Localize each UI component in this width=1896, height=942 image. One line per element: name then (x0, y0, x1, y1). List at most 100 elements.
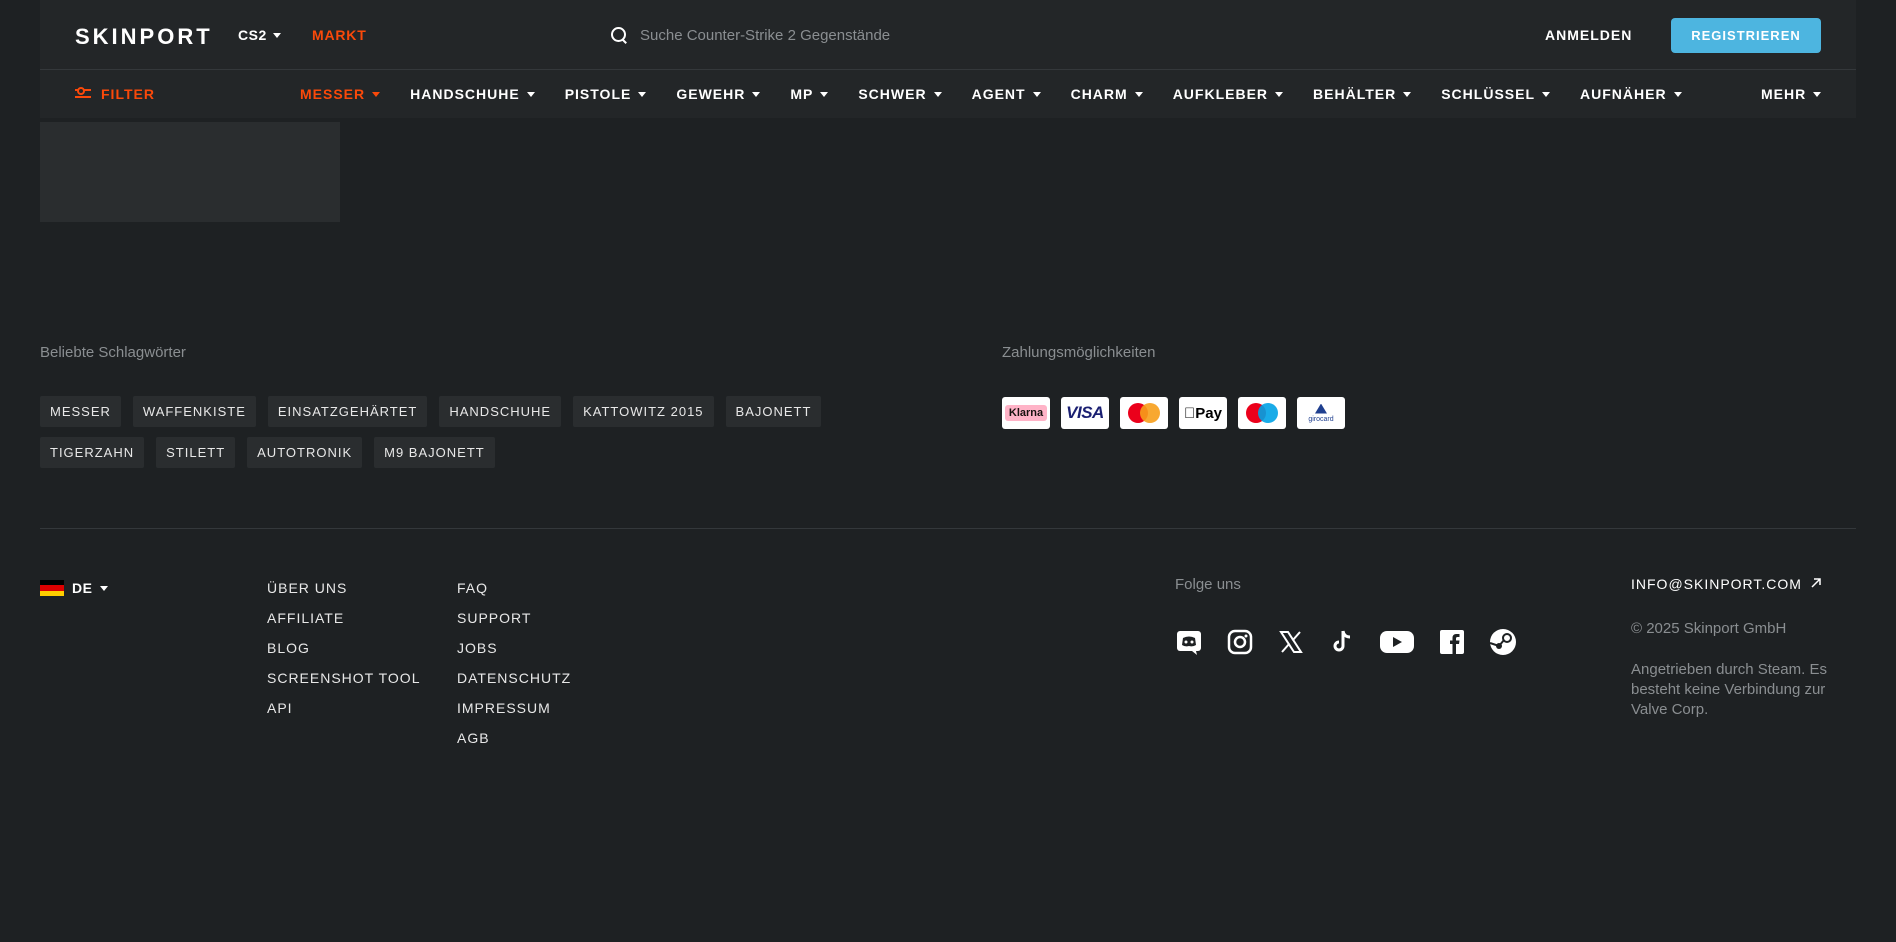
steam-icon[interactable] (1489, 628, 1517, 656)
category-label: HANDSCHUHE (410, 86, 520, 102)
tag-chip[interactable]: STILETT (156, 437, 236, 468)
tags-title: Beliebte Schlagwörter (40, 344, 186, 361)
contact-email-link[interactable]: INFO@SKINPORT.COM (1631, 576, 1822, 592)
footer-link[interactable]: ÜBER UNS (267, 580, 420, 598)
mastercard-logo (1120, 397, 1168, 429)
chevron-down-icon (272, 32, 281, 38)
tiktok-icon[interactable] (1328, 628, 1356, 656)
tag-chip[interactable]: BAJONETT (725, 396, 822, 427)
girocard-logo: girocard (1297, 397, 1345, 429)
category-label: MP (790, 86, 814, 102)
category-charm[interactable]: CHARM (1071, 86, 1143, 102)
market-link[interactable]: MARKT (312, 27, 367, 43)
category-aufkleber[interactable]: AUFKLEBER (1173, 86, 1284, 102)
chevron-down-icon (1673, 91, 1682, 97)
category-agent[interactable]: AGENT (972, 86, 1041, 102)
category-label: CHARM (1070, 86, 1128, 102)
category-mp[interactable]: MP (790, 86, 829, 102)
tag-row: MESSER WAFFENKISTE EINSATZGEHÄRTET HANDSCHU… (40, 396, 840, 427)
footer-link[interactable]: BLOG (267, 640, 420, 658)
external-link-icon (1810, 576, 1822, 592)
category-label: AGENT (971, 86, 1026, 102)
chevron-down-icon (1403, 91, 1412, 97)
category-label: BEHÄLTER (1313, 86, 1397, 102)
klarna-logo: Klarna (1002, 397, 1050, 429)
category-aufnäher[interactable]: AUFNÄHER (1580, 86, 1682, 102)
footer-link[interactable]: AFFILIATE (267, 610, 420, 628)
category-label: GEWEHR (676, 86, 746, 102)
category-label: AUFNÄHER (1580, 86, 1667, 102)
tag-chip[interactable]: MESSER (40, 396, 121, 427)
filter-label: FILTER (101, 86, 155, 102)
tag-chip[interactable]: EINSATZGEHÄRTET (267, 396, 428, 427)
instagram-icon[interactable] (1226, 628, 1254, 656)
filter-icon (75, 87, 91, 100)
category-messer[interactable]: MESSER (300, 86, 381, 102)
category-schlüssel[interactable]: SCHLÜSSEL (1441, 86, 1551, 102)
chevron-down-icon (1813, 91, 1822, 97)
footer-link[interactable]: DATENSCHUTZ (457, 670, 571, 688)
chevron-down-icon (1542, 91, 1551, 97)
tag-chip[interactable]: WAFFENKISTE (132, 396, 256, 427)
site-header: SKINPORT CS2 MARKT ANMELDEN REGISTRIEREN… (40, 0, 1856, 118)
powered-by-text: Angetrieben durch Steam. Es besteht kein… (1631, 661, 1827, 718)
language-selector[interactable]: DE (40, 580, 109, 596)
category-gewehr[interactable]: GEWEHR (676, 86, 761, 102)
footer-divider (40, 528, 1856, 529)
category-label: PISTOLE (564, 86, 632, 102)
youtube-icon[interactable] (1379, 628, 1415, 656)
tag-chip[interactable]: TIGERZAHN (40, 437, 145, 468)
chevron-down-icon (1032, 91, 1041, 97)
chevron-down-icon (100, 585, 109, 591)
category-schwer[interactable]: SCHWER (858, 86, 942, 102)
search-icon (610, 26, 628, 44)
footer-link[interactable]: FAQ (457, 580, 571, 598)
facebook-icon[interactable] (1438, 628, 1466, 656)
x-icon[interactable] (1277, 628, 1305, 656)
category-pistole[interactable]: PISTOLE (565, 86, 647, 102)
search-input[interactable] (640, 26, 1080, 44)
follow-title: Folge uns (1175, 576, 1241, 593)
site-logo[interactable]: SKINPORT (75, 24, 213, 50)
login-button[interactable]: ANMELDEN (1545, 27, 1632, 43)
more-menu[interactable]: MEHR (1761, 86, 1822, 102)
footer-link[interactable]: SCREENSHOT TOOL (267, 670, 420, 688)
language-label: DE (72, 580, 93, 596)
chevron-down-icon (1134, 91, 1143, 97)
game-selector-label: CS2 (238, 27, 267, 43)
copyright-text: © 2025 Skinport GmbH (1631, 620, 1787, 637)
discord-icon[interactable] (1175, 628, 1203, 656)
footer-link[interactable]: SUPPORT (457, 610, 571, 628)
payment-methods: Klarna VISA Pay girocard (1002, 397, 1345, 429)
game-selector[interactable]: CS2 (238, 27, 281, 43)
payments-title: Zahlungsmöglichkeiten (1002, 344, 1156, 361)
register-button[interactable]: REGISTRIEREN (1671, 18, 1821, 53)
tag-chip[interactable]: M9 BAJONETT (374, 437, 495, 468)
category-label: SCHLÜSSEL (1441, 86, 1536, 102)
category-handschuhe[interactable]: HANDSCHUHE (410, 86, 535, 102)
apple-icon:  (1184, 405, 1195, 422)
tag-chip[interactable]: KATTOWITZ 2015 (573, 396, 714, 427)
category-label: MESSER (300, 86, 366, 102)
category-list: MESSER HANDSCHUHE PISTOLE GEWEHR MP SCHWER AGE… (300, 86, 1712, 102)
more-label: MEHR (1761, 86, 1807, 102)
filter-button[interactable]: FILTER (75, 86, 155, 102)
category-behälter[interactable]: BEHÄLTER (1313, 86, 1412, 102)
top-bar: SKINPORT CS2 MARKT ANMELDEN REGISTRIEREN (40, 0, 1856, 70)
tag-chip[interactable]: HANDSCHUHE (439, 396, 562, 427)
social-links (1175, 628, 1517, 656)
chevron-down-icon (933, 91, 942, 97)
footer-links-help: FAQ SUPPORT JOBS DATENSCHUTZ IMPRESSUM AGB (457, 580, 571, 748)
category-label: SCHWER (858, 86, 927, 102)
footer-link[interactable]: API (267, 700, 420, 718)
footer-link[interactable]: IMPRESSUM (457, 700, 571, 718)
visa-logo: VISA (1061, 397, 1109, 429)
tag-chip[interactable]: AUTOTRONIK (247, 437, 363, 468)
footer-link[interactable]: JOBS (457, 640, 571, 658)
footer-links-company: ÜBER UNS AFFILIATE BLOG SCREENSHOT TOOL API (267, 580, 420, 718)
chevron-down-icon (820, 91, 829, 97)
tag-row: TIGERZAHN STILETT AUTOTRONIK M9 BAJONETT (40, 437, 840, 468)
maestro-logo (1238, 397, 1286, 429)
applepay-logo: Pay (1179, 397, 1227, 429)
footer-link[interactable]: AGB (457, 730, 571, 748)
